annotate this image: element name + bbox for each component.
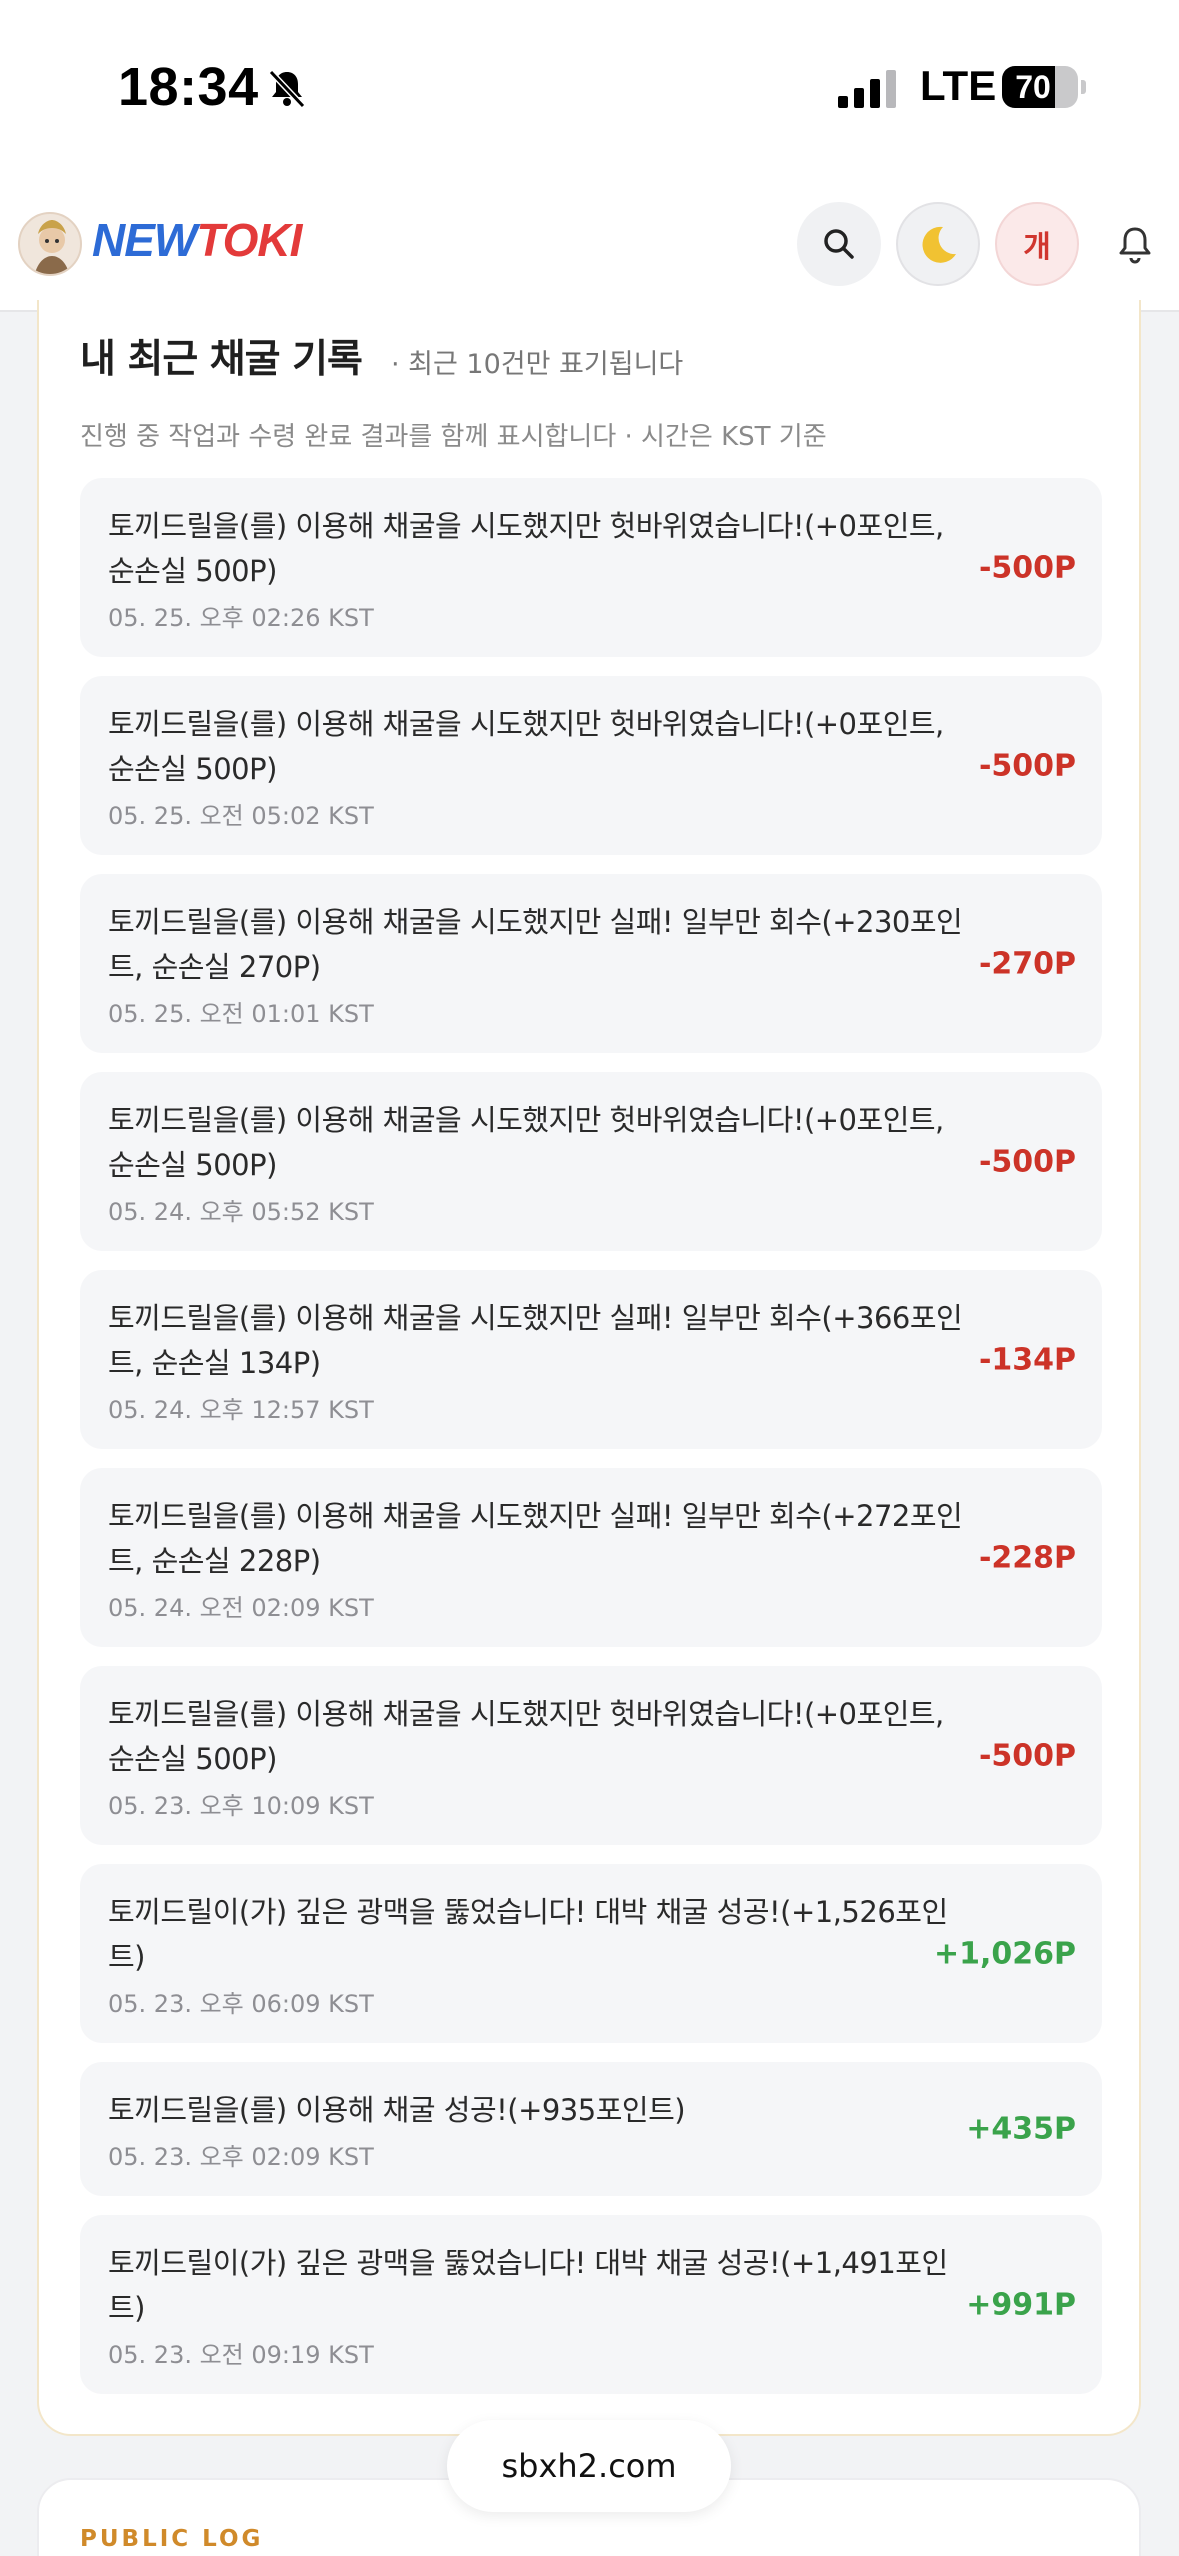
public-log-label: PUBLIC LOG bbox=[80, 2526, 264, 2552]
log-amount: +991P bbox=[966, 2287, 1076, 2322]
logo-mascot-icon[interactable] bbox=[18, 212, 82, 276]
log-message: 토끼드릴을(를) 이용해 채굴을 시도했지만 헛바위였습니다!(+0포인트, 순… bbox=[108, 707, 944, 786]
list-item: 토끼드릴을(를) 이용해 채굴을 시도했지만 헛바위였습니다!(+0포인트, 순… bbox=[80, 478, 1102, 657]
log-message: 토끼드릴을(를) 이용해 채굴을 시도했지만 실패! 일부만 회수(+272포인… bbox=[108, 1499, 963, 1578]
search-button[interactable] bbox=[797, 202, 881, 286]
logo-toki-text: TOKI bbox=[196, 214, 302, 266]
log-message: 토끼드릴을(를) 이용해 채굴을 시도했지만 헛바위였습니다!(+0포인트, 순… bbox=[108, 1697, 944, 1776]
log-message: 토끼드릴이(가) 깊은 광맥을 뚫었습니다! 대박 채굴 성공!(+1,491포… bbox=[108, 2246, 948, 2325]
log-amount: +435P bbox=[966, 2111, 1076, 2147]
log-time: 05. 25. 오전 01:01 KST bbox=[108, 1000, 374, 1028]
log-message: 토끼드릴을(를) 이용해 채굴을 시도했지만 헛바위였습니다!(+0포인트, 순… bbox=[108, 1103, 944, 1182]
log-amount: +1,026P bbox=[933, 1936, 1076, 1971]
card-note: · 최근 10건만 표기됩니다 bbox=[391, 349, 684, 380]
mining-log-list: 토끼드릴을(를) 이용해 채굴을 시도했지만 헛바위였습니다!(+0포인트, 순… bbox=[80, 478, 1102, 2413]
log-amount: -500P bbox=[978, 550, 1076, 585]
list-item: 토끼드릴을(를) 이용해 채굴을 시도했지만 헛바위였습니다!(+0포인트, 순… bbox=[80, 1666, 1102, 1845]
moon-icon bbox=[922, 226, 956, 263]
log-message: 토끼드릴을(를) 이용해 채굴을 시도했지만 실패! 일부만 회수(+366포인… bbox=[108, 1301, 963, 1380]
card-subtitle: 진행 중 작업과 수령 완료 결과를 함께 표시합니다 · 시간은 KST 기준 bbox=[80, 422, 827, 452]
list-item: 토끼드릴을(를) 이용해 채굴을 시도했지만 실패! 일부만 회수(+230포인… bbox=[80, 874, 1102, 1053]
list-item: 토끼드릴이(가) 깊은 광맥을 뚫었습니다! 대박 채굴 성공!(+1,526포… bbox=[80, 1864, 1102, 2043]
log-amount: -228P bbox=[978, 1540, 1076, 1575]
log-time: 05. 23. 오후 10:09 KST bbox=[108, 1792, 374, 1820]
log-message: 토끼드릴을(를) 이용해 채굴 성공!(+935포인트) bbox=[108, 2093, 686, 2127]
bell-off-icon bbox=[268, 69, 306, 109]
log-amount: -270P bbox=[978, 946, 1076, 981]
network-type: LTE bbox=[920, 62, 997, 109]
card-title: 내 최근 채굴 기록 bbox=[80, 337, 363, 382]
list-item: 토끼드릴을(를) 이용해 채굴을 시도했지만 실패! 일부만 회수(+272포인… bbox=[80, 1468, 1102, 1647]
log-time: 05. 23. 오후 02:09 KST bbox=[108, 2143, 374, 2171]
log-message: 토끼드릴이(가) 깊은 광맥을 뚫었습니다! 대박 채굴 성공!(+1,526포… bbox=[108, 1895, 948, 1974]
log-time: 05. 25. 오후 02:26 KST bbox=[108, 604, 374, 632]
log-amount: -500P bbox=[978, 1144, 1076, 1179]
list-item: 토끼드릴을(를) 이용해 채굴을 시도했지만 헛바위였습니다!(+0포인트, 순… bbox=[80, 676, 1102, 855]
url-bar[interactable]: sbxh2.com bbox=[447, 2420, 731, 2512]
log-amount: -500P bbox=[978, 1738, 1076, 1773]
log-time: 05. 23. 오후 06:09 KST bbox=[108, 1990, 374, 2018]
log-amount: -134P bbox=[978, 1342, 1076, 1377]
dark-mode-toggle[interactable] bbox=[896, 202, 980, 286]
user-avatar-button[interactable]: 개 bbox=[995, 202, 1079, 286]
log-time: 05. 24. 오후 12:57 KST bbox=[108, 1396, 374, 1424]
battery-icon: 70 bbox=[1002, 66, 1086, 108]
list-item: 토끼드릴을(를) 이용해 채굴을 시도했지만 실패! 일부만 회수(+366포인… bbox=[80, 1270, 1102, 1449]
list-item: 토끼드릴을(를) 이용해 채굴 성공!(+935포인트) 05. 23. 오후 … bbox=[80, 2062, 1102, 2196]
battery-level: 70 bbox=[1015, 69, 1051, 105]
site-logo[interactable]: NEWTOKI bbox=[92, 213, 302, 267]
search-icon bbox=[824, 229, 854, 259]
status-bar: 18:34 LTE 70 bbox=[0, 0, 1179, 175]
log-message: 토끼드릴을(를) 이용해 채굴을 시도했지만 헛바위였습니다!(+0포인트, 순… bbox=[108, 509, 944, 588]
logo-new-text: NEW bbox=[92, 214, 197, 266]
site-header: NEWTOKI 개 bbox=[0, 175, 1179, 312]
log-message: 토끼드릴을(를) 이용해 채굴을 시도했지만 실패! 일부만 회수(+230포인… bbox=[108, 905, 963, 984]
status-time: 18:34 bbox=[118, 57, 259, 117]
list-item: 토끼드릴을(를) 이용해 채굴을 시도했지만 헛바위였습니다!(+0포인트, 순… bbox=[80, 1072, 1102, 1251]
mining-history-card: 내 최근 채굴 기록 · 최근 10건만 표기됩니다 진행 중 작업과 수령 완… bbox=[37, 300, 1141, 2436]
log-time: 05. 24. 오후 05:52 KST bbox=[108, 1198, 374, 1226]
signal-icon bbox=[838, 70, 896, 108]
list-item: 토끼드릴이(가) 깊은 광맥을 뚫었습니다! 대박 채굴 성공!(+1,491포… bbox=[80, 2215, 1102, 2394]
log-time: 05. 24. 오전 02:09 KST bbox=[108, 1594, 374, 1622]
log-time: 05. 23. 오전 09:19 KST bbox=[108, 2341, 374, 2369]
log-time: 05. 25. 오전 05:02 KST bbox=[108, 802, 374, 830]
log-amount: -500P bbox=[978, 748, 1076, 783]
notification-bell-icon[interactable] bbox=[1113, 223, 1157, 267]
